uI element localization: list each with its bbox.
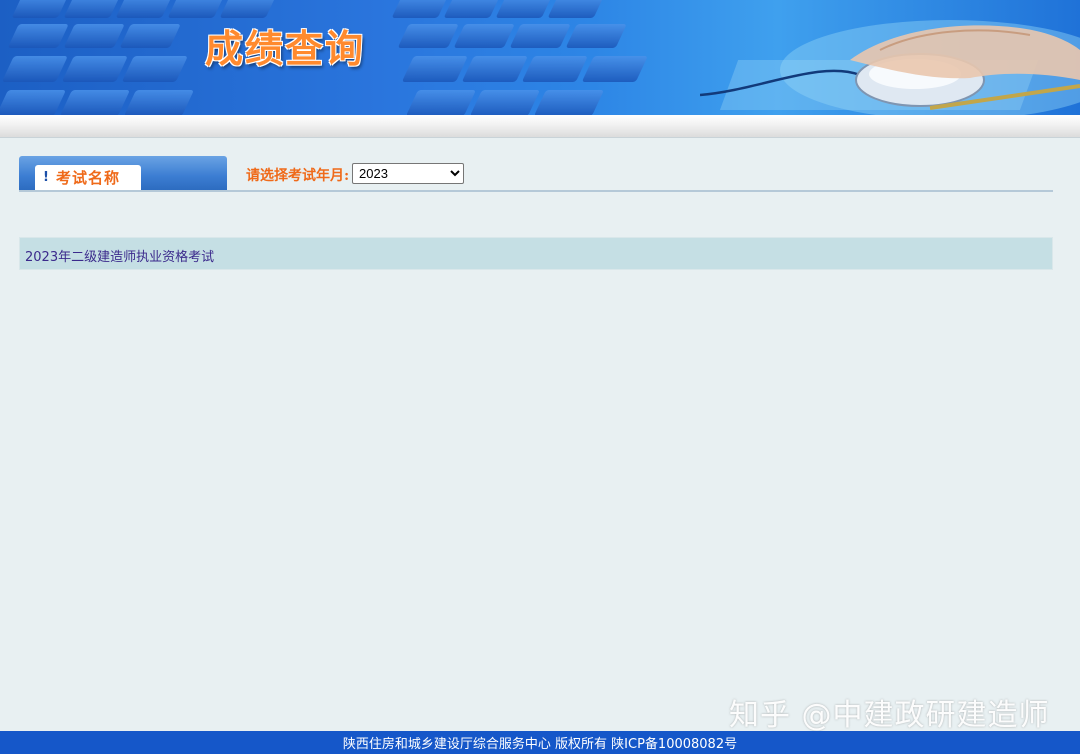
exam-name-tab-label-box: ! 考试名称: [35, 165, 141, 190]
header-banner: 成绩查询: [0, 0, 1080, 115]
exam-list-row: 2023年二级建造师执业资格考试: [19, 237, 1053, 270]
page-title: 成绩查询: [205, 26, 366, 71]
mouse-hand-graphic: [700, 20, 1080, 115]
footer-copyright: 陕西住房和城乡建设厅综合服务中心 版权所有 陕ICP备10008082号: [342, 737, 738, 752]
exam-name-tab-label: 考试名称: [55, 169, 120, 187]
watermark-text: 知乎 @中建政研建造师: [729, 698, 1050, 733]
exam-name-tab: ! 考试名称: [19, 156, 227, 190]
year-select-label: 请选择考试年月:: [246, 168, 350, 184]
year-select[interactable]: 2023: [352, 163, 464, 184]
exclamation-icon: !: [43, 170, 49, 185]
footer: 陕西住房和城乡建设厅综合服务中心 版权所有 陕ICP备10008082号: [0, 731, 1080, 754]
banner-separator: [0, 115, 1080, 138]
exam-link[interactable]: 2023年二级建造师执业资格考试: [25, 246, 214, 265]
header-divider: [19, 190, 1053, 192]
